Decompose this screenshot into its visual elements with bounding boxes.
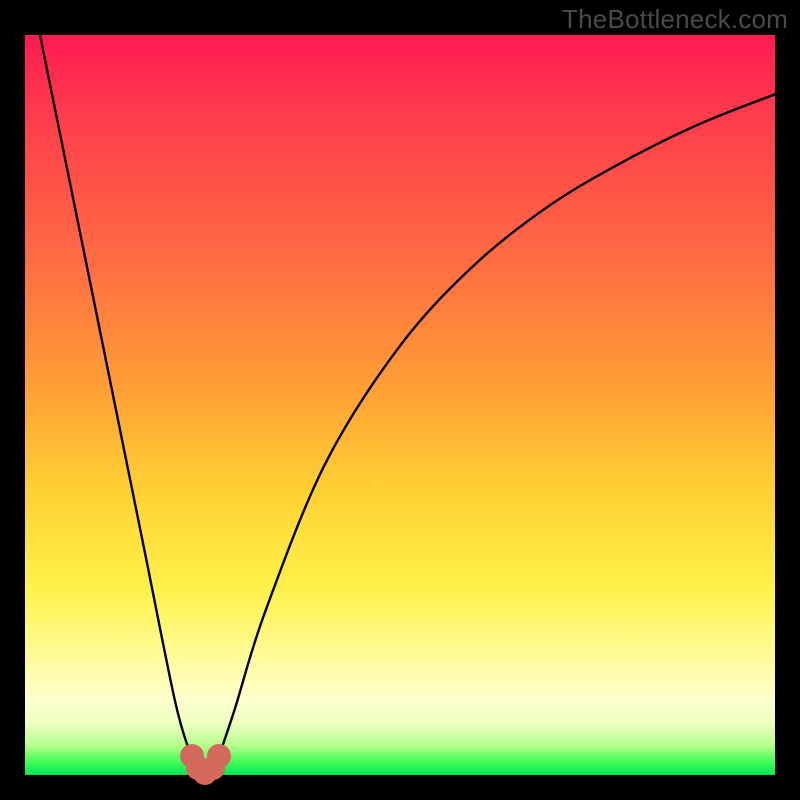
watermark-text: TheBottleneck.com — [562, 4, 788, 35]
plot-area — [25, 35, 775, 775]
sweet-spot-marker — [207, 744, 231, 768]
chart-frame: TheBottleneck.com — [0, 0, 800, 800]
bottleneck-curve — [25, 35, 775, 775]
